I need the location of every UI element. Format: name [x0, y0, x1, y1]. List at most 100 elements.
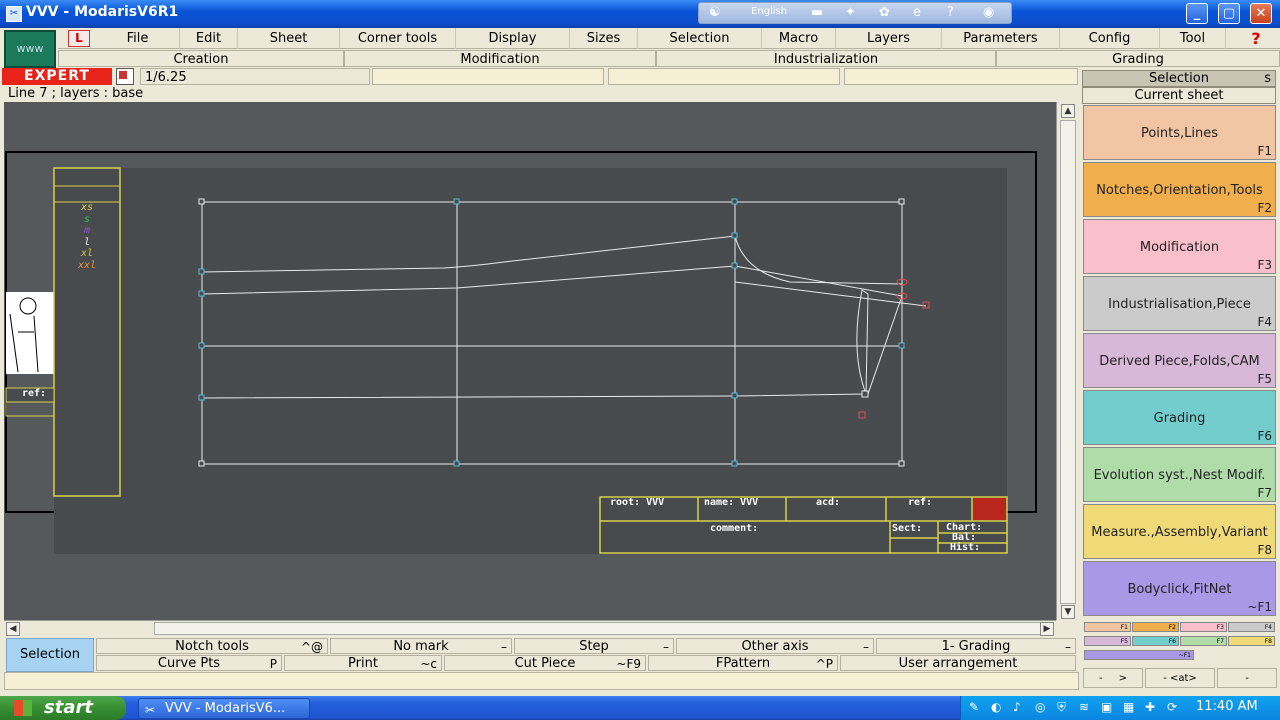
- horizontal-scroll-thumb[interactable]: [154, 622, 1044, 635]
- menu-selection[interactable]: Selection: [638, 28, 762, 49]
- tray-globe-icon[interactable]: ◎: [1035, 700, 1045, 714]
- tool-other-axis[interactable]: Other axis –: [676, 638, 874, 654]
- submenu-grading[interactable]: Grading: [996, 50, 1280, 67]
- keyboard-icon[interactable]: ▬: [811, 5, 823, 20]
- menu-display[interactable]: Display: [456, 28, 570, 49]
- l-logo-button[interactable]: L: [68, 30, 90, 47]
- tray-grid-icon[interactable]: ▦: [1123, 700, 1134, 714]
- tool-label: No mark: [393, 639, 449, 654]
- expert-mode-badge[interactable]: EXPERT: [2, 68, 112, 85]
- size-xl[interactable]: xl: [54, 248, 120, 260]
- size-xxl[interactable]: xxl: [54, 260, 120, 272]
- fbutton-grading[interactable]: Grading F6: [1083, 390, 1276, 445]
- close-button[interactable]: ✕: [1250, 3, 1272, 24]
- submenu-creation[interactable]: Creation: [58, 50, 344, 67]
- menu-parameters[interactable]: Parameters: [942, 28, 1060, 49]
- tool-notch-tools[interactable]: Notch tools ^@: [96, 638, 328, 654]
- selection-button[interactable]: Selection: [6, 638, 94, 672]
- fbutton-measure-assembly-variant[interactable]: Measure.,Assembly,Variant F8: [1083, 504, 1276, 559]
- tray-monitor-icon[interactable]: ▣: [1101, 700, 1112, 714]
- mini-key-f5[interactable]: F5: [1084, 636, 1131, 646]
- menu-tool[interactable]: Tool: [1160, 28, 1226, 49]
- menu-file[interactable]: File: [96, 28, 180, 49]
- fbutton-bodyclick-fitnet[interactable]: Bodyclick,FitNet ~F1: [1083, 561, 1276, 616]
- tray-network-icon[interactable]: ◐: [991, 700, 1001, 714]
- mini-key-tilde-f1[interactable]: ~F1: [1084, 650, 1194, 660]
- help-circle-icon[interactable]: ?: [947, 5, 954, 20]
- menu-layers[interactable]: Layers: [836, 28, 942, 49]
- vertical-scrollbar[interactable]: ▲ ▼: [1056, 102, 1080, 620]
- tray-volume-icon[interactable]: ♪: [1013, 700, 1021, 714]
- app-icon[interactable]: ✂: [6, 6, 22, 22]
- input-method-icon[interactable]: ☯: [709, 5, 721, 20]
- tray-wifi-icon[interactable]: ≋: [1079, 700, 1089, 714]
- scroll-down-icon[interactable]: ▼: [1061, 605, 1075, 619]
- mini-key-f8[interactable]: F8: [1228, 636, 1275, 646]
- menu-sheet[interactable]: Sheet: [238, 28, 340, 49]
- tray-shield-icon[interactable]: ⛨: [1057, 700, 1066, 715]
- tool-1-grading[interactable]: 1- Grading –: [876, 638, 1076, 654]
- tool-shortcut: P: [269, 657, 277, 671]
- scroll-right-icon[interactable]: ▶: [1040, 622, 1054, 636]
- power-icon[interactable]: ◉: [983, 5, 994, 20]
- size-list[interactable]: xs s m l xl xxl: [54, 202, 120, 271]
- settings-icon[interactable]: ✿: [879, 5, 890, 20]
- nav-next-button[interactable]: -: [1217, 668, 1277, 688]
- fbutton-notches-orientation-tools[interactable]: Notches,Orientation,Tools F2: [1083, 162, 1276, 217]
- scale-icon[interactable]: [116, 68, 134, 85]
- submenu-modification[interactable]: Modification: [344, 50, 656, 67]
- menu-edit[interactable]: Edit: [180, 28, 238, 49]
- size-xs[interactable]: xs: [54, 202, 120, 214]
- mini-key-f2[interactable]: F2: [1132, 622, 1179, 632]
- menu-corner-tools[interactable]: Corner tools: [340, 28, 456, 49]
- mini-key-f6[interactable]: F6: [1132, 636, 1179, 646]
- submenu-industrialization[interactable]: Industrialization: [656, 50, 996, 67]
- nav-prev-button[interactable]: - >: [1083, 668, 1143, 688]
- name-label: name: VVV: [704, 497, 759, 508]
- tool-curve-pts[interactable]: Curve Pts P: [96, 655, 282, 671]
- scroll-up-icon[interactable]: ▲: [1061, 104, 1075, 118]
- tray-pen-icon[interactable]: ✎: [969, 700, 979, 714]
- nav-at-button[interactable]: - <at>: [1145, 668, 1215, 688]
- scroll-left-icon[interactable]: ◀: [6, 622, 20, 636]
- start-button[interactable]: start: [0, 696, 126, 720]
- taskbar-item-modaris[interactable]: ✂ VVV - ModarisV6...: [138, 698, 310, 719]
- menu-config[interactable]: Config: [1060, 28, 1160, 49]
- fbutton-points-lines[interactable]: Points,Lines F1: [1083, 105, 1276, 160]
- fbutton-industrialisation-piece[interactable]: Industrialisation,Piece F4: [1083, 276, 1276, 331]
- fbutton-modification[interactable]: Modification F3: [1083, 219, 1276, 274]
- maximize-button[interactable]: ▢: [1218, 3, 1240, 24]
- menu-sizes[interactable]: Sizes: [570, 28, 638, 49]
- language-label[interactable]: English: [751, 6, 787, 17]
- tools-icon[interactable]: ✦: [845, 5, 856, 20]
- tray-sync-icon[interactable]: ⟳: [1167, 700, 1177, 714]
- size-l[interactable]: l: [54, 237, 120, 249]
- tool-label: Curve Pts: [157, 656, 221, 671]
- help-icon[interactable]: ?: [1236, 28, 1276, 49]
- tray-security-icon[interactable]: ✚: [1145, 700, 1155, 714]
- tool-step[interactable]: Step –: [514, 638, 674, 654]
- fbutton-evolution-syst-nest-modif[interactable]: Evolution syst.,Nest Modif. F7: [1083, 447, 1276, 502]
- language-bar[interactable]: ☯ English ▬ ✦ ✿ e ? ◉: [698, 2, 1012, 24]
- www-button[interactable]: www: [4, 30, 56, 68]
- horizontal-scrollbar[interactable]: ◀ ▶: [4, 620, 1056, 636]
- tool-print[interactable]: Print ~c: [284, 655, 442, 671]
- mini-key-f1[interactable]: F1: [1084, 622, 1131, 632]
- ie-icon[interactable]: e: [913, 5, 921, 20]
- tool-user-arrangement[interactable]: User arrangement: [840, 655, 1076, 671]
- mini-key-f3[interactable]: F3: [1180, 622, 1227, 632]
- selection-header[interactable]: Selection s: [1082, 70, 1276, 87]
- drawing-canvas[interactable]: xs s m l xl xxl ref: root: VVV name: VVV…: [4, 102, 1056, 620]
- mini-key-f4[interactable]: F4: [1228, 622, 1275, 632]
- minimize-button[interactable]: _: [1186, 3, 1208, 24]
- tool-cut-piece[interactable]: Cut Piece ~F9: [444, 655, 646, 671]
- current-sheet-header[interactable]: Current sheet: [1082, 87, 1276, 104]
- fbutton-derived-piece-folds-cam[interactable]: Derived Piece,Folds,CAM F5: [1083, 333, 1276, 388]
- size-s[interactable]: s: [54, 214, 120, 226]
- mini-key-f7[interactable]: F7: [1180, 636, 1227, 646]
- tool-fpattern[interactable]: FPattern ^P: [648, 655, 838, 671]
- vertical-scroll-thumb[interactable]: [1060, 120, 1076, 604]
- tool-no-mark[interactable]: No mark –: [330, 638, 512, 654]
- menu-macro[interactable]: Macro: [762, 28, 836, 49]
- size-m[interactable]: m: [54, 225, 120, 237]
